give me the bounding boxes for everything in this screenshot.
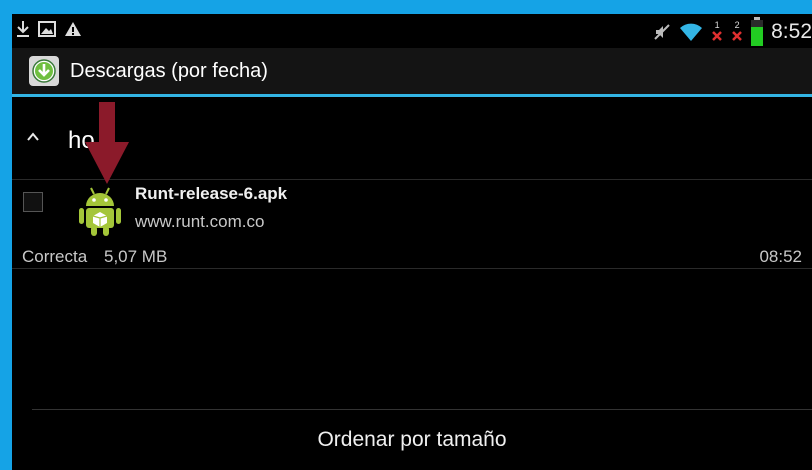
status-time: 8:52 bbox=[771, 19, 812, 43]
warning-icon bbox=[64, 21, 82, 37]
divider bbox=[12, 268, 812, 269]
battery-icon bbox=[751, 17, 764, 46]
date-section-header[interactable]: ho bbox=[12, 97, 812, 177]
download-circle-icon[interactable] bbox=[29, 56, 59, 86]
phone-screen: 1 2 8:52 Descargas (por fecha) ho Runt-r… bbox=[12, 14, 812, 470]
file-size: 5,07 MB bbox=[104, 247, 168, 266]
chevron-up-icon[interactable] bbox=[26, 123, 40, 151]
android-icon bbox=[76, 185, 124, 237]
file-name: Runt-release-6.apk bbox=[135, 184, 288, 203]
action-bar: Descargas (por fecha) bbox=[12, 48, 812, 97]
sort-by-size-button[interactable]: Ordenar por tamaño bbox=[12, 410, 812, 470]
download-status: Correcta bbox=[22, 247, 88, 266]
sim2-no-signal-icon: 2 bbox=[731, 21, 743, 42]
image-icon bbox=[38, 21, 56, 37]
battery-level bbox=[751, 26, 764, 46]
wifi-icon bbox=[679, 22, 703, 42]
select-checkbox[interactable] bbox=[23, 192, 43, 212]
download-icon bbox=[16, 20, 30, 38]
download-time: 08:52 bbox=[759, 247, 802, 266]
mute-icon bbox=[653, 23, 671, 41]
page-title: Descargas (por fecha) bbox=[70, 60, 268, 82]
sim1-no-signal-icon: 1 bbox=[711, 21, 723, 42]
file-source: www.runt.com.co bbox=[135, 212, 265, 231]
status-bar: 1 2 8:52 bbox=[12, 14, 812, 48]
red-arrow-down-icon bbox=[82, 102, 132, 192]
download-list-item[interactable]: Runt-release-6.apk www.runt.com.co Corre… bbox=[12, 180, 812, 267]
